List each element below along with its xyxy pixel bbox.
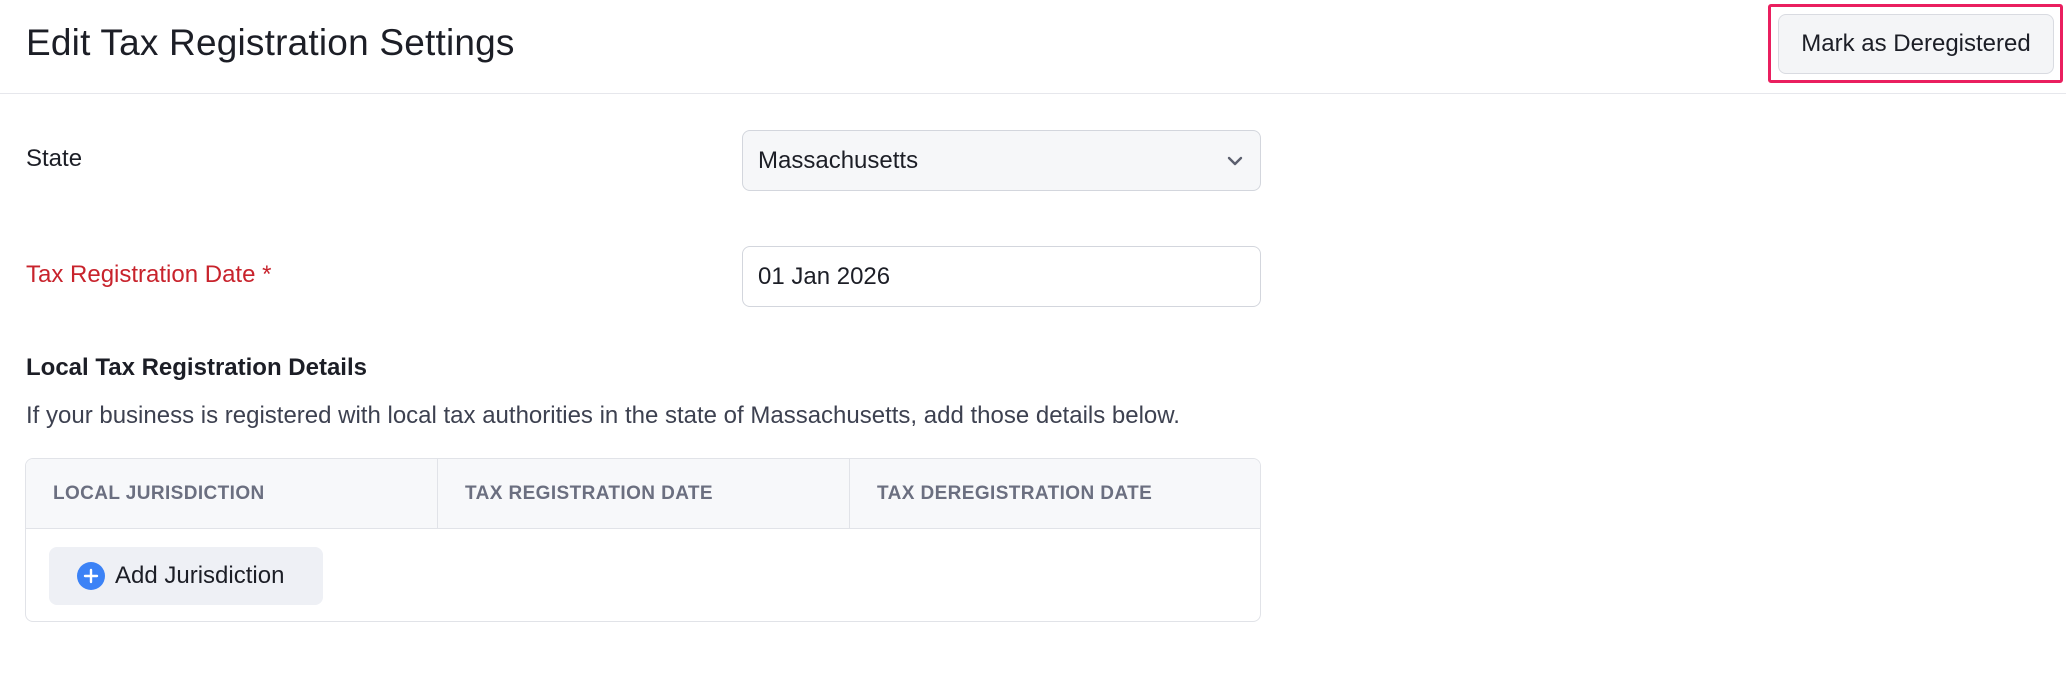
chevron-down-icon [1225,151,1245,171]
tax-registration-date-value: 01 Jan 2026 [758,262,891,290]
column-header-tax-registration-date: TAX REGISTRATION DATE [438,459,850,529]
state-select[interactable]: Massachusetts [742,130,1261,191]
state-label: State [26,145,83,172]
tax-registration-date-label: Tax Registration Date * [26,261,272,288]
page-header: Edit Tax Registration Settings Mark as D… [0,0,2066,94]
add-jurisdiction-label: Add Jurisdiction [115,562,285,589]
table-header: LOCAL JURISDICTION TAX REGISTRATION DATE… [26,459,1260,529]
plus-circle-icon [77,562,105,590]
local-jurisdiction-table: LOCAL JURISDICTION TAX REGISTRATION DATE… [25,458,1261,622]
add-jurisdiction-button[interactable]: Add Jurisdiction [49,547,323,605]
state-select-value: Massachusetts [758,146,919,174]
local-tax-section-title: Local Tax Registration Details [26,354,367,381]
column-header-tax-deregistration-date: TAX DEREGISTRATION DATE [877,483,1153,504]
page-title: Edit Tax Registration Settings [26,22,515,63]
tax-registration-date-input[interactable]: 01 Jan 2026 [742,246,1261,307]
column-header-local-jurisdiction: LOCAL JURISDICTION [26,459,438,529]
local-tax-section-description: If your business is registered with loca… [26,402,1180,429]
mark-as-deregistered-button[interactable]: Mark as Deregistered [1778,14,2054,74]
